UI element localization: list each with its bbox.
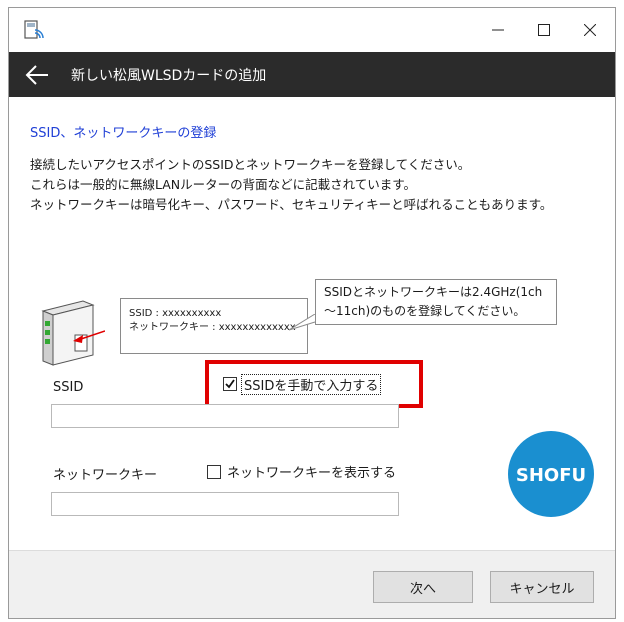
minimize-button[interactable]: [475, 8, 521, 52]
close-button[interactable]: [567, 8, 613, 52]
checkmark-icon: [225, 379, 235, 389]
manual-ssid-checkbox[interactable]: [223, 377, 237, 391]
page-title: 新しい松風WLSDカードの追加: [71, 68, 267, 84]
page-header: 新しい松風WLSDカードの追加: [9, 52, 615, 97]
section-title: SSID、ネットワークキーの登録: [30, 126, 217, 141]
show-key-checkbox[interactable]: [207, 465, 221, 479]
router-label-key: ネットワークキー : xxxxxxxxxxxxx: [129, 322, 296, 333]
logo-text: SHOFU: [516, 465, 586, 486]
ssid-input[interactable]: [51, 404, 399, 428]
instruction-line: これらは一般的に無線LANルーターの背面などに記載されています。: [30, 177, 417, 192]
router-illustration: [41, 300, 105, 366]
dialog-window: 新しい松風WLSDカードの追加 SSID、ネットワークキーの登録 接続したいアク…: [8, 7, 616, 619]
router-label-ssid: SSID : xxxxxxxxxx: [129, 308, 222, 319]
minimize-icon: [492, 29, 504, 31]
ssid-label: SSID: [53, 380, 84, 395]
instruction-line: ネットワークキーは暗号化キー、パスワード、セキュリティキーと呼ばれることもありま…: [30, 197, 553, 212]
footer-bar: 次へ キャンセル: [9, 550, 615, 618]
app-icon: [24, 20, 44, 39]
frequency-callout: SSIDとネットワークキーは2.4GHz(1ch ～11ch)のものを登録してく…: [315, 279, 557, 325]
callout-line: SSIDとネットワークキーは2.4GHz(1ch: [324, 285, 543, 299]
next-button[interactable]: 次へ: [373, 571, 473, 603]
cancel-button[interactable]: キャンセル: [490, 571, 594, 603]
router-label-sticker: SSID : xxxxxxxxxx ネットワークキー : xxxxxxxxxxx…: [120, 298, 308, 354]
maximize-icon: [538, 24, 550, 36]
close-icon: [584, 24, 596, 36]
title-bar: [9, 8, 615, 52]
instruction-line: 接続したいアクセスポイントのSSIDとネットワークキーを登録してください。: [30, 157, 471, 172]
network-key-input[interactable]: [51, 492, 399, 516]
show-key-label[interactable]: ネットワークキーを表示する: [227, 462, 396, 481]
back-button[interactable]: [17, 58, 57, 92]
callout-line: ～11ch)のものを登録してください。: [324, 304, 526, 318]
manual-ssid-label[interactable]: SSIDを手動で入力する: [241, 374, 382, 395]
instructions-text: 接続したいアクセスポイントのSSIDとネットワークキーを登録してください。 これ…: [30, 155, 552, 215]
maximize-button[interactable]: [521, 8, 567, 52]
arrow-left-icon: [25, 65, 48, 85]
network-key-label: ネットワークキー: [53, 468, 158, 483]
shofu-logo: SHOFU: [508, 431, 594, 517]
